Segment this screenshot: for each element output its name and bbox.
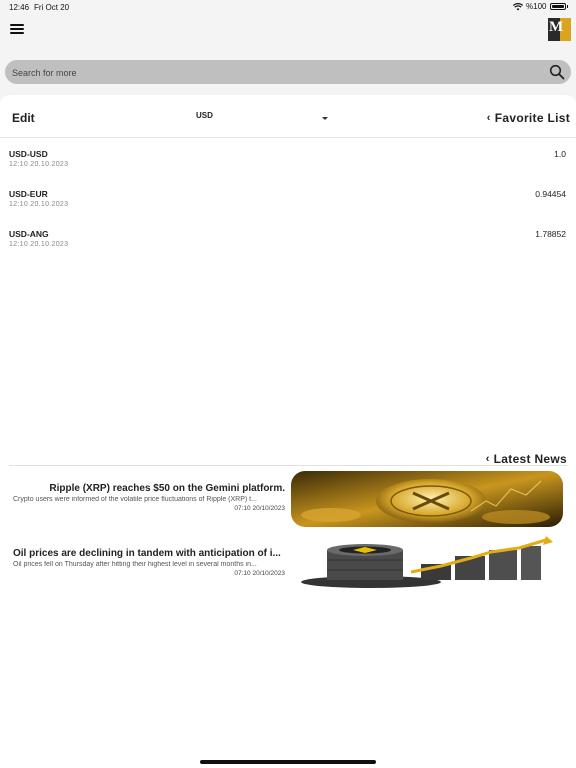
status-bar: 12:46 Fri Oct 20 %100 (0, 0, 576, 14)
news-thumbnail-xrp[interactable] (291, 471, 563, 527)
rate-value: 1.78852 (535, 229, 566, 239)
news-snippet: Crypto users were informed of the volati… (13, 496, 257, 503)
oil-barrel-image (291, 536, 563, 592)
favorites-title-label: Favorite List (494, 111, 570, 125)
rate-row[interactable]: USD-USD 12:10 20.10.2023 1.0 (0, 145, 576, 181)
home-indicator[interactable] (200, 760, 376, 764)
news-title[interactable]: ‹ Latest News (486, 452, 567, 466)
rate-timestamp: 12:10 20.10.2023 (9, 201, 69, 208)
wifi-icon (513, 2, 524, 10)
news-headline: Ripple (XRP) reaches $50 on the Gemini p… (49, 483, 285, 494)
news-date: 07:10 20/10/2023 (234, 570, 285, 577)
search-icon[interactable] (549, 64, 565, 80)
favorites-header: Edit USD ‹ Favorite List (0, 95, 576, 138)
news-snippet: Oil prices fell on Thursday after hittin… (13, 561, 257, 568)
rate-pair: USD-USD (9, 149, 48, 159)
rate-row[interactable]: USD-EUR 12:10 20.10.2023 0.94454 (0, 185, 576, 221)
menu-icon[interactable] (10, 24, 24, 36)
status-date: Fri Oct 20 (34, 3, 70, 12)
chevron-left-icon: ‹ (486, 112, 491, 124)
edit-button[interactable]: Edit (12, 111, 35, 125)
chevron-left-icon: ‹ (485, 453, 490, 465)
battery-icon (549, 3, 566, 10)
rate-value: 1.0 (554, 149, 566, 159)
currency-dropdown[interactable]: USD (196, 111, 330, 125)
battery-percent: %100 (526, 2, 547, 11)
rate-pair: USD-EUR (9, 189, 48, 199)
gold-coin-image (291, 471, 563, 527)
rate-row[interactable]: USD-ANG 12:10 20.10.2023 1.78852 (0, 225, 576, 261)
favorites-title[interactable]: ‹ Favorite List (487, 111, 570, 125)
rate-value: 0.94454 (535, 189, 566, 199)
news-item[interactable]: Oil prices are declining in tandem with … (9, 532, 567, 592)
caret-down-icon (322, 117, 328, 120)
status-right: %100 (513, 2, 568, 11)
news-date: 07:10 20/10/2023 (234, 505, 285, 512)
news-thumbnail-oil[interactable] (291, 536, 563, 592)
rate-pair: USD-ANG (9, 229, 49, 239)
search-bar[interactable] (5, 60, 571, 84)
search-input[interactable] (10, 64, 534, 82)
currency-selected: USD (196, 111, 213, 120)
status-time: 12:46 (9, 3, 30, 12)
news-item[interactable]: Ripple (XRP) reaches $50 on the Gemini p… (9, 467, 567, 527)
app-logo: M (548, 18, 571, 41)
news-headline: Oil prices are declining in tandem with … (13, 548, 281, 559)
battery-cap (566, 5, 568, 8)
main-content: Edit USD ‹ Favorite List USD-USD 12:10 2… (0, 95, 576, 768)
news-divider (9, 465, 567, 466)
rate-timestamp: 12:10 20.10.2023 (9, 161, 69, 168)
rate-timestamp: 12:10 20.10.2023 (9, 241, 69, 248)
news-title-label: Latest News (493, 452, 567, 466)
